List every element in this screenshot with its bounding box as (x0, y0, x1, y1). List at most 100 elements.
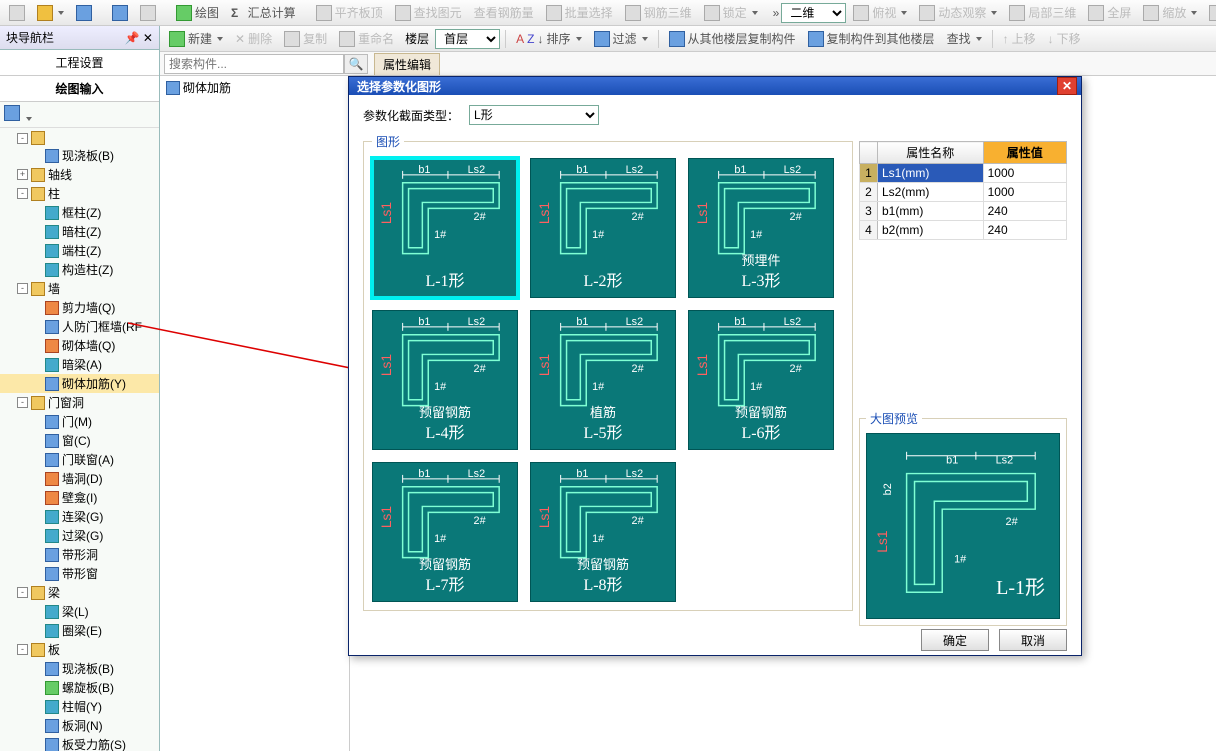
tree-item[interactable]: +轴线 (0, 165, 159, 184)
shape-option[interactable]: b1Ls22#1#Ls1预留钢筋L-6形 (688, 310, 834, 450)
tree-item[interactable]: - 门窗洞 (0, 393, 159, 412)
prop-value[interactable]: 1000 (983, 183, 1066, 202)
cancel-button[interactable]: 取消 (999, 629, 1067, 651)
tree-label: 带形窗 (62, 565, 98, 582)
tree-item[interactable]: 过梁(G) (0, 526, 159, 545)
tree-toggle[interactable]: - (17, 283, 28, 294)
copy-to-floor-button[interactable]: 复制构件到其他楼层 (803, 28, 940, 49)
blue-icon (45, 738, 59, 751)
tree-toggle[interactable]: - (17, 188, 28, 199)
tree-item[interactable]: 构造柱(Z) (0, 260, 159, 279)
draw-button[interactable]: 绘图 (171, 2, 224, 23)
tree-item[interactable]: 人防门框墙(RF (0, 317, 159, 336)
svg-text:Ls2: Ls2 (626, 165, 643, 176)
shape-option[interactable]: b1Ls22#1#Ls1预留钢筋L-8形 (530, 462, 676, 602)
tree-item[interactable]: 带形窗 (0, 564, 159, 583)
table-row[interactable]: 1Ls1(mm)1000 (860, 164, 1067, 183)
tree-item[interactable]: 现浇板(B) (0, 659, 159, 678)
tree-item[interactable]: 现浇板(B) (0, 146, 159, 165)
lock-button: 锁定 (699, 2, 763, 23)
tree-label: 门窗洞 (48, 394, 84, 411)
copy-from-floor-button[interactable]: 从其他楼层复制构件 (664, 28, 801, 49)
3d-icon (625, 5, 641, 21)
find-button[interactable]: 查找 (942, 28, 987, 49)
tree-item[interactable]: 梁(L) (0, 602, 159, 621)
tree-toggle[interactable]: + (17, 169, 28, 180)
tree-item[interactable]: 暗梁(A) (0, 355, 159, 374)
shape-option[interactable]: b1Ls22#1#Ls1预埋件L-3形 (688, 158, 834, 298)
tree-toggle[interactable]: - (17, 133, 28, 144)
tree-item[interactable]: 连梁(G) (0, 507, 159, 526)
tree-item[interactable]: 剪力墙(Q) (0, 298, 159, 317)
view-mode-select[interactable]: 二维 (781, 3, 846, 23)
pin-icon[interactable]: 📌 ✕ (125, 31, 153, 45)
save-button[interactable] (71, 3, 97, 23)
new-file-button[interactable] (4, 3, 30, 23)
tree-label: 柱 (48, 185, 60, 202)
component-list[interactable]: 砌体加筋 (160, 76, 350, 751)
tree-item[interactable]: -墙 (0, 279, 159, 298)
filter-button[interactable]: 过滤 (589, 28, 653, 49)
shape-option[interactable]: b1Ls22#1#Ls1L-2形 (530, 158, 676, 298)
shape-option[interactable]: b1Ls22#1#Ls1预留钢筋L-7形 (372, 462, 518, 602)
summary-button[interactable]: Σ 汇总计算 (226, 2, 301, 23)
copy-button: 复制 (279, 28, 332, 49)
close-button[interactable]: ✕ (1057, 77, 1077, 95)
tab-draw-input[interactable]: 绘图输入 (0, 76, 159, 102)
floor-select[interactable]: 首层 (435, 29, 500, 49)
tree-item[interactable]: 带形洞 (0, 545, 159, 564)
tab-project[interactable]: 工程设置 (0, 50, 159, 76)
tree-item[interactable]: 螺旋板(B) (0, 678, 159, 697)
teal-icon (45, 605, 59, 619)
shape-option[interactable]: b1Ls22#1#Ls1植筋L-5形 (530, 310, 676, 450)
property-table[interactable]: 属性名称 属性值 1Ls1(mm)10002Ls2(mm)10003b1(mm)… (859, 141, 1067, 240)
tree-item[interactable]: - (0, 130, 159, 146)
tree-item[interactable]: -柱 (0, 184, 159, 203)
search-button[interactable]: 🔍 (344, 54, 368, 74)
search-input[interactable] (164, 54, 344, 74)
tree-item[interactable]: 板洞(N) (0, 716, 159, 735)
section-type-select[interactable]: L形 (469, 105, 599, 125)
property-edit-tab[interactable]: 属性编辑 (374, 53, 440, 75)
tree-item[interactable]: -梁 (0, 583, 159, 602)
sort-button[interactable]: AZ↓ 排序 (511, 28, 586, 49)
table-row[interactable]: 3b1(mm)240 (860, 202, 1067, 221)
tree-item[interactable]: 砌体加筋(Y) (0, 374, 159, 393)
tree-item[interactable]: 板受力筋(S) (0, 735, 159, 751)
tree-item[interactable]: 框柱(Z) (0, 203, 159, 222)
svg-text:1#: 1# (750, 229, 762, 241)
tree-toggle[interactable]: - (17, 397, 28, 408)
tree-item[interactable]: -板 (0, 640, 159, 659)
tree-item[interactable]: 端柱(Z) (0, 241, 159, 260)
tree-item[interactable]: 门(M) (0, 412, 159, 431)
prop-value[interactable]: 240 (983, 202, 1066, 221)
tree-item[interactable]: 柱帽(Y) (0, 697, 159, 716)
tree-config-icon[interactable] (4, 105, 20, 121)
tree-item[interactable]: 暗柱(Z) (0, 222, 159, 241)
tree-toggle[interactable]: - (17, 644, 28, 655)
undo-button[interactable] (107, 3, 133, 23)
tree-item[interactable]: 砌体墙(Q) (0, 336, 159, 355)
svg-text:Ls2: Ls2 (626, 469, 643, 480)
list-item[interactable]: 砌体加筋 (160, 76, 349, 99)
shape-option[interactable]: b1Ls22#1#Ls1预留钢筋L-4形 (372, 310, 518, 450)
table-row[interactable]: 4b2(mm)240 (860, 221, 1067, 240)
move-down-button: ↓ 下移 (1043, 28, 1086, 49)
tree-item[interactable]: 墙洞(D) (0, 469, 159, 488)
tree-toggle[interactable]: - (17, 587, 28, 598)
tree-item[interactable]: 门联窗(A) (0, 450, 159, 469)
nav-tree[interactable]: -现浇板(B)+轴线-柱框柱(Z)暗柱(Z)端柱(Z)构造柱(Z)-墙剪力墙(Q… (0, 128, 159, 751)
row-number: 3 (860, 202, 878, 221)
shape-option[interactable]: b1Ls22#1#Ls1L-1形 (372, 158, 518, 298)
filter-icon (594, 31, 610, 47)
dialog-titlebar[interactable]: 选择参数化图形 ✕ (349, 77, 1081, 95)
prop-value[interactable]: 240 (983, 221, 1066, 240)
tree-item[interactable]: 圈梁(E) (0, 621, 159, 640)
ok-button[interactable]: 确定 (921, 629, 989, 651)
tree-item[interactable]: 壁龛(I) (0, 488, 159, 507)
open-button[interactable] (32, 3, 69, 23)
new-component-button[interactable]: 新建 (164, 28, 228, 49)
table-row[interactable]: 2Ls2(mm)1000 (860, 183, 1067, 202)
tree-item[interactable]: 窗(C) (0, 431, 159, 450)
prop-value[interactable]: 1000 (983, 164, 1066, 183)
